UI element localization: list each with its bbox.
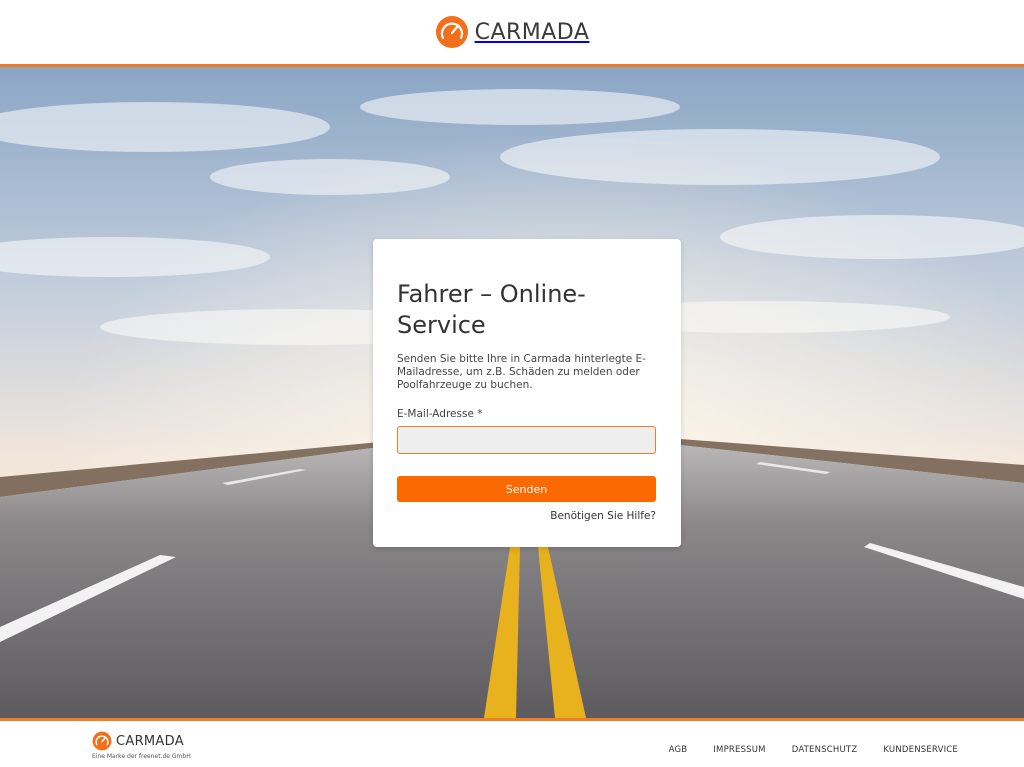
help-link[interactable]: Benötigen Sie Hilfe? [397,510,656,522]
footer-link-agb[interactable]: AGB [669,745,688,755]
speedometer-icon [92,731,112,751]
email-input[interactable] [397,426,656,454]
footer-brand: CARMADA Eine Marke der freenet.de GmbH [92,731,191,760]
footer-logo-link[interactable]: CARMADA [92,731,191,751]
footer-nav: AGB IMPRESSUM DATENSCHUTZ KUNDENSERVICE [669,745,958,755]
brand-logo-link[interactable]: CARMADA [435,15,590,49]
send-button[interactable]: Senden [397,476,656,502]
brand-name: CARMADA [474,19,590,45]
footer-brand-name: CARMADA [116,733,184,749]
page-title: Fahrer – Online-Service [397,280,586,339]
footer-link-datenschutz[interactable]: DATENSCHUTZ [792,745,858,755]
site-header: CARMADA [0,0,1024,67]
card-description: Senden Sie bitte Ihre in Carmada hinterl… [397,353,646,391]
footer-link-impressum[interactable]: IMPRESSUM [713,745,765,755]
speedometer-logo-icon [435,15,469,49]
site-footer: CARMADA Eine Marke der freenet.de GmbH A… [0,718,1024,767]
email-label: E-Mail-Adresse * [397,408,483,420]
footer-tagline: Eine Marke der freenet.de GmbH [92,753,191,760]
login-card: Fahrer – Online-Service Senden Sie bitte… [373,239,681,547]
footer-link-kundenservice[interactable]: KUNDENSERVICE [883,745,958,755]
